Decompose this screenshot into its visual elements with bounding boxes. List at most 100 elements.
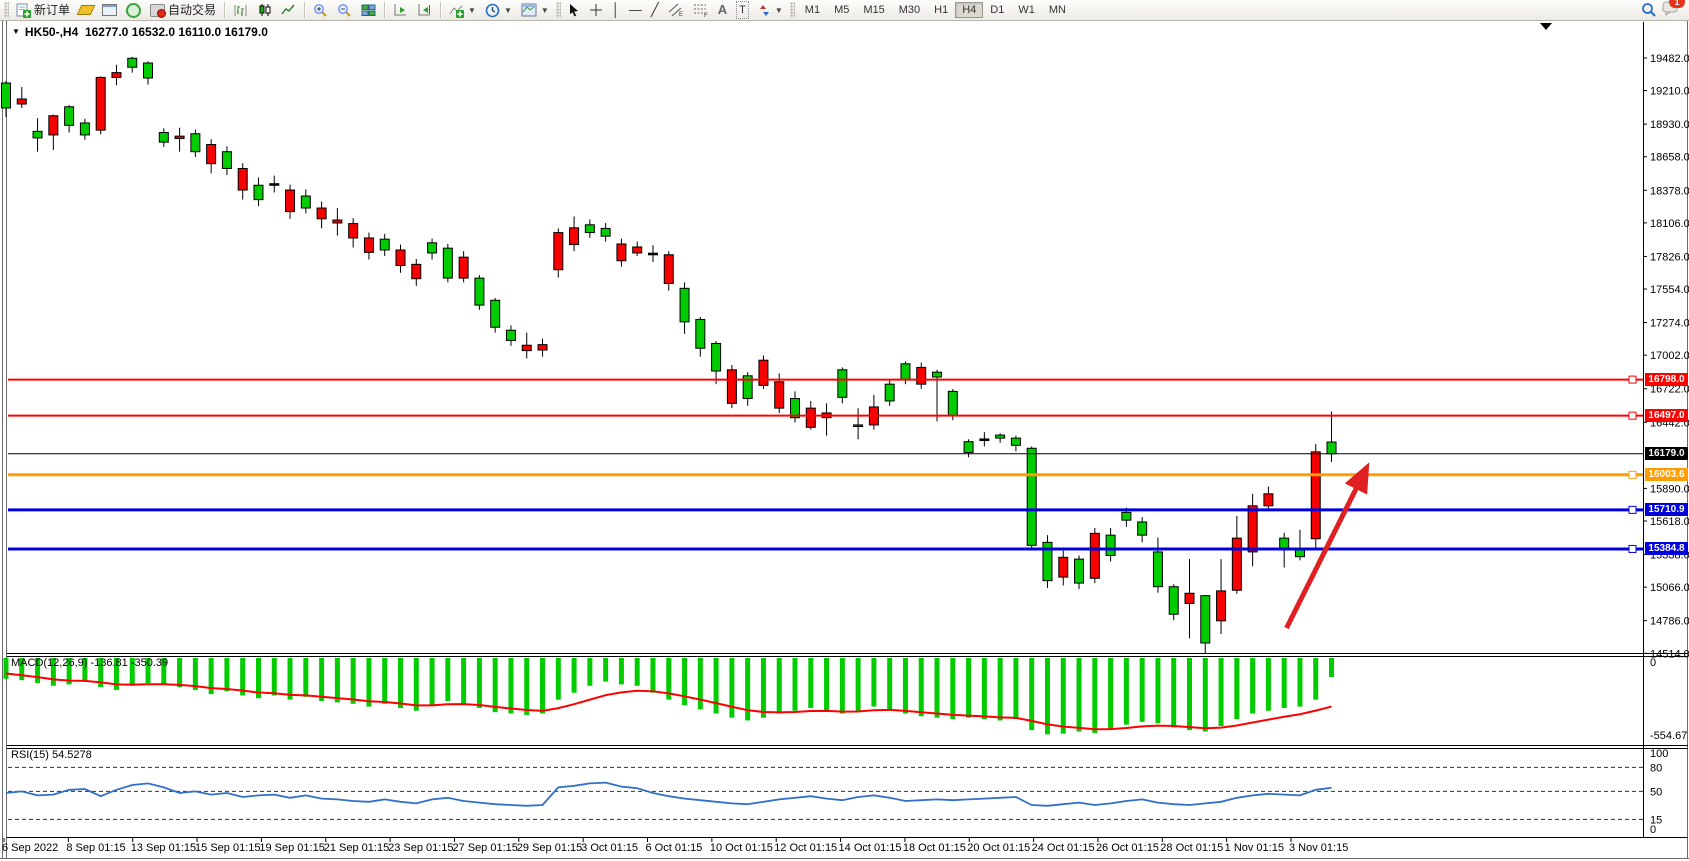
axis-label: 50 (1650, 786, 1662, 798)
macd-histogram-bar (1155, 658, 1160, 723)
hline-tool-button[interactable]: — (625, 1, 646, 19)
arrows-tool-button[interactable]: ▼ (754, 1, 787, 19)
macd-histogram-bar (430, 658, 435, 705)
chart-canvas[interactable]: 19482.019210.018930.018658.018378.018106… (0, 0, 1689, 861)
macd-histogram-bar (1282, 658, 1287, 708)
autotrading-button[interactable]: 自动交易 (146, 1, 220, 19)
template-button[interactable]: ▼ (517, 1, 553, 19)
toolbar-separator (440, 2, 441, 18)
candle-body (254, 185, 263, 199)
channel-tool-button[interactable]: E (664, 1, 688, 19)
candle-body (475, 278, 484, 305)
toolbar-separator (224, 2, 225, 18)
chat-button[interactable]: 1 (1662, 0, 1679, 21)
line-handle[interactable] (1629, 506, 1636, 513)
axis-label: 10 Oct 01:15 (710, 842, 773, 854)
candle-body (1090, 533, 1099, 578)
zoom-in-button[interactable] (309, 1, 332, 19)
bar-chart-mode-button[interactable] (229, 1, 252, 19)
chart-shift-button[interactable] (413, 1, 436, 19)
macd-histogram-bar (1187, 658, 1192, 730)
vline-tool-button[interactable]: │ (608, 1, 624, 19)
timeframe-m15[interactable]: M15 (856, 2, 891, 18)
macd-histogram-bar (1219, 658, 1224, 726)
line-chart-mode-button[interactable] (277, 1, 300, 19)
macd-histogram-bar (382, 658, 387, 704)
line-handle[interactable] (1629, 412, 1636, 419)
highlighter-icon (77, 5, 96, 15)
candle-body (522, 345, 531, 350)
indicators-button[interactable]: ▼ (445, 1, 480, 19)
timeframe-h1[interactable]: H1 (927, 2, 955, 18)
toolbar-grip[interactable] (790, 2, 795, 18)
axis-label: 18106.0 (1650, 218, 1689, 230)
symbol-period: HK50-,H4 (25, 25, 78, 39)
axis-label: 21 Sep 01:15 (324, 842, 389, 854)
label-tool-button[interactable]: T (732, 1, 753, 19)
candle-body (727, 370, 736, 404)
zoom-out-button[interactable] (333, 1, 356, 19)
cursor-tool-button[interactable] (564, 1, 584, 19)
timeframe-group: M1M5M15M30H1H4D1W1MN (798, 2, 1073, 18)
candle-body (270, 184, 279, 186)
search-button[interactable] (1637, 1, 1661, 19)
macd-histogram-bar (982, 658, 987, 719)
candle-body (633, 247, 642, 253)
candlestick-mode-button[interactable] (253, 1, 276, 19)
macd-histogram-bar (793, 658, 798, 711)
timeframe-w1[interactable]: W1 (1011, 2, 1042, 18)
candle-body (1027, 448, 1036, 545)
svg-text:F: F (704, 13, 708, 17)
zoom-out-icon (337, 3, 352, 18)
line-handle[interactable] (1629, 471, 1636, 478)
macd-histogram-bar (303, 658, 308, 697)
fibonacci-tool-button[interactable]: F (689, 1, 713, 19)
periods-button[interactable]: ▼ (481, 1, 516, 19)
macd-histogram-bar (777, 658, 782, 714)
trendline-tool-button[interactable]: ╱ (647, 1, 663, 19)
auto-scroll-button[interactable] (389, 1, 412, 19)
timeframe-m1[interactable]: M1 (798, 2, 827, 18)
line-handle[interactable] (1629, 545, 1636, 552)
text-tool-icon: A (718, 2, 727, 18)
equidistant-channel-icon: E (668, 3, 684, 17)
candle-body (207, 145, 216, 164)
toolbar-grip[interactable] (4, 2, 9, 18)
timeframe-mn[interactable]: MN (1042, 2, 1073, 18)
macd-histogram-bar (635, 658, 640, 686)
crosshair-tool-button[interactable] (585, 1, 607, 19)
line-handle[interactable] (1629, 376, 1636, 383)
navigator-button[interactable] (122, 1, 145, 19)
macd-histogram-bar (335, 658, 340, 702)
candle-body (696, 319, 705, 348)
macd-histogram-bar (272, 658, 277, 695)
candle-body (1185, 593, 1194, 603)
timeframe-h4[interactable]: H4 (955, 2, 983, 18)
macd-histogram-bar (366, 658, 371, 707)
text-tool-button[interactable]: A (714, 1, 731, 19)
data-window-button[interactable] (98, 1, 121, 19)
candle-body (948, 391, 957, 415)
toolbar-separator (304, 2, 305, 18)
new-order-button[interactable]: 新订单 (12, 1, 74, 19)
macd-histogram-bar (477, 658, 482, 708)
candle-body (49, 116, 58, 135)
candle-body (286, 190, 295, 212)
timeframe-m5[interactable]: M5 (827, 2, 856, 18)
macd-histogram-bar (1061, 658, 1066, 734)
timeframe-d1[interactable]: D1 (983, 2, 1011, 18)
tile-windows-button[interactable] (357, 1, 380, 19)
axis-label: 3 Oct 01:15 (581, 842, 638, 854)
macd-histogram-bar (935, 658, 940, 718)
candle-body (1122, 512, 1131, 520)
candle-body (491, 300, 500, 327)
price-badge-16497.0: 16497.0 (1645, 409, 1688, 422)
toolbar-grip[interactable] (556, 2, 561, 18)
candle-body (396, 250, 405, 266)
macd-histogram-bar (1171, 658, 1176, 727)
timeframe-m30[interactable]: M30 (892, 2, 927, 18)
chart-dropdown-icon[interactable]: ▼ (12, 27, 20, 36)
axis-label: 17002.0 (1650, 350, 1689, 362)
macd-histogram-bar (1092, 658, 1097, 733)
highlighter-button[interactable] (75, 1, 97, 19)
